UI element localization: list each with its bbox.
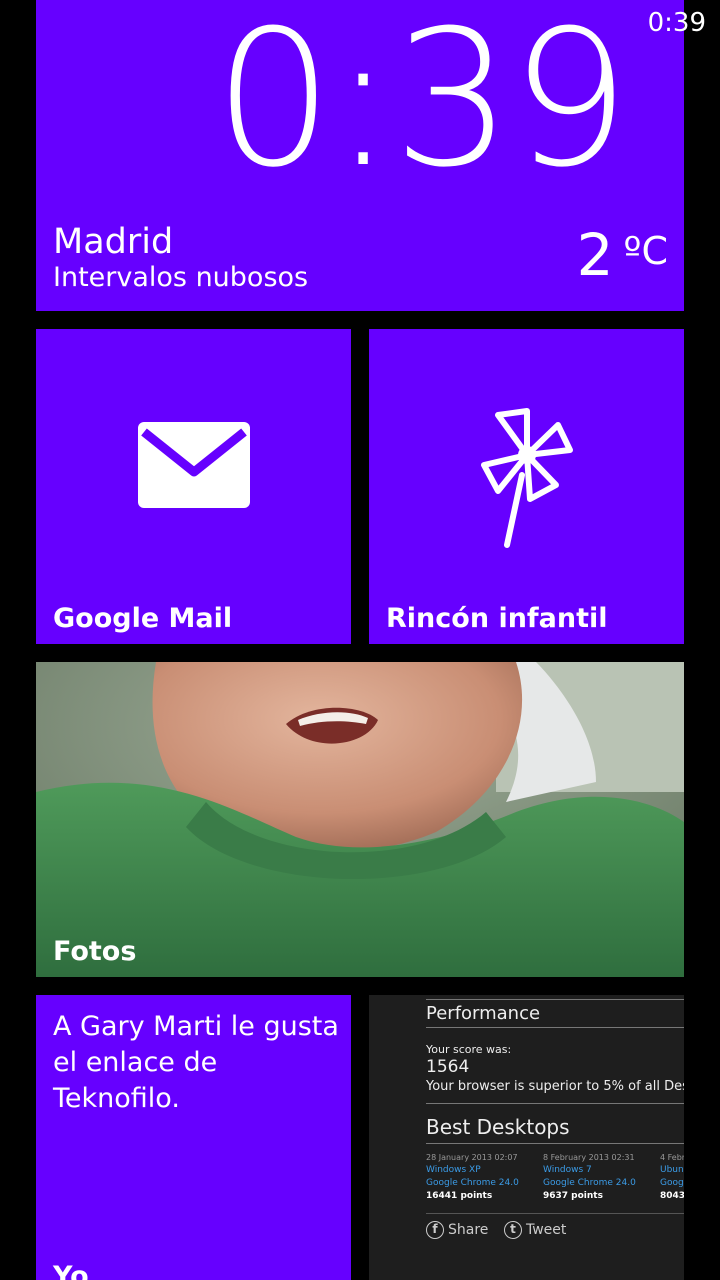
kids-corner-label: Rincón infantil: [386, 603, 608, 634]
score-value: 1564: [426, 1057, 470, 1077]
temperature-unit: ºC: [623, 229, 668, 273]
share-button[interactable]: f Share: [426, 1221, 488, 1239]
temperature-value: 2: [576, 221, 614, 289]
divider: [426, 1103, 684, 1104]
envelope-icon: [137, 422, 250, 512]
status-bar-time: 0:39: [647, 8, 706, 38]
result-browser[interactable]: Google Chrome 24.0: [543, 1177, 660, 1190]
result-date: 4 February 2013 20:15: [660, 1153, 684, 1162]
google-mail-label: Google Mail: [53, 603, 233, 634]
twitter-bird-icon: t: [504, 1221, 522, 1239]
result-date: 8 February 2013 02:31: [543, 1153, 635, 1162]
child-photo: [36, 662, 684, 977]
pinwheel-icon: [462, 395, 592, 559]
performance-title: Performance: [426, 1003, 541, 1024]
facebook-icon: f: [426, 1221, 444, 1239]
result-date: 28 January 2013 02:07: [426, 1153, 518, 1162]
divider: [426, 1027, 684, 1028]
photos-label: Fotos: [53, 936, 137, 967]
result-points: 16441 points: [426, 1191, 493, 1201]
tweet-button[interactable]: t Tweet: [504, 1221, 566, 1239]
score-description: Your browser is superior to 5% of all De…: [426, 1079, 684, 1094]
result-points: 9637 points: [543, 1191, 603, 1201]
result-os[interactable]: Windows 7: [543, 1164, 660, 1177]
result-browser[interactable]: Google Chrome 24.0: [426, 1177, 543, 1190]
google-mail-tile[interactable]: Google Mail: [36, 329, 351, 644]
benchmark-page: Performance Your score was: 1564 Your br…: [426, 995, 684, 1280]
result-os[interactable]: Windows XP: [426, 1164, 543, 1177]
weather-clock-tile[interactable]: 0:39 Madrid Intervalos nubosos 2 ºC: [36, 0, 684, 311]
score-label: Your score was:: [426, 1043, 512, 1056]
divider: [426, 999, 684, 1000]
people-notification: A Gary Marti le gusta el enlace de Tekno…: [53, 1011, 339, 1114]
tweet-label: Tweet: [526, 1222, 567, 1238]
clock-time: 0:39: [213, 0, 630, 209]
weather-temperature: 2 ºC: [577, 226, 668, 284]
result-browser[interactable]: Google Chrome 24.0: [660, 1177, 684, 1190]
browser-benchmark-tile[interactable]: Performance Your score was: 1564 Your br…: [369, 995, 684, 1280]
kids-corner-tile[interactable]: Rincón infantil: [369, 329, 684, 644]
people-label: Yo: [53, 1261, 89, 1280]
result-item[interactable]: 28 January 2013 02:07 Windows XP Google …: [426, 1151, 543, 1203]
result-os[interactable]: Ubuntu: [660, 1164, 684, 1177]
weather-city: Madrid: [53, 222, 174, 262]
photos-tile[interactable]: Fotos: [36, 662, 684, 977]
result-item[interactable]: 8 February 2013 02:31 Windows 7 Google C…: [543, 1151, 660, 1203]
divider: [426, 1143, 684, 1144]
share-label: Share: [448, 1222, 489, 1238]
weather-conditions: Intervalos nubosos: [53, 262, 309, 293]
result-item[interactable]: 4 February 2013 20:15 Ubuntu Google Chro…: [660, 1151, 684, 1203]
people-tile[interactable]: A Gary Marti le gusta el enlace de Tekno…: [36, 995, 351, 1280]
best-desktops-title: Best Desktops: [426, 1115, 570, 1139]
result-points: 8043 points: [660, 1191, 684, 1201]
divider: [426, 1213, 684, 1214]
